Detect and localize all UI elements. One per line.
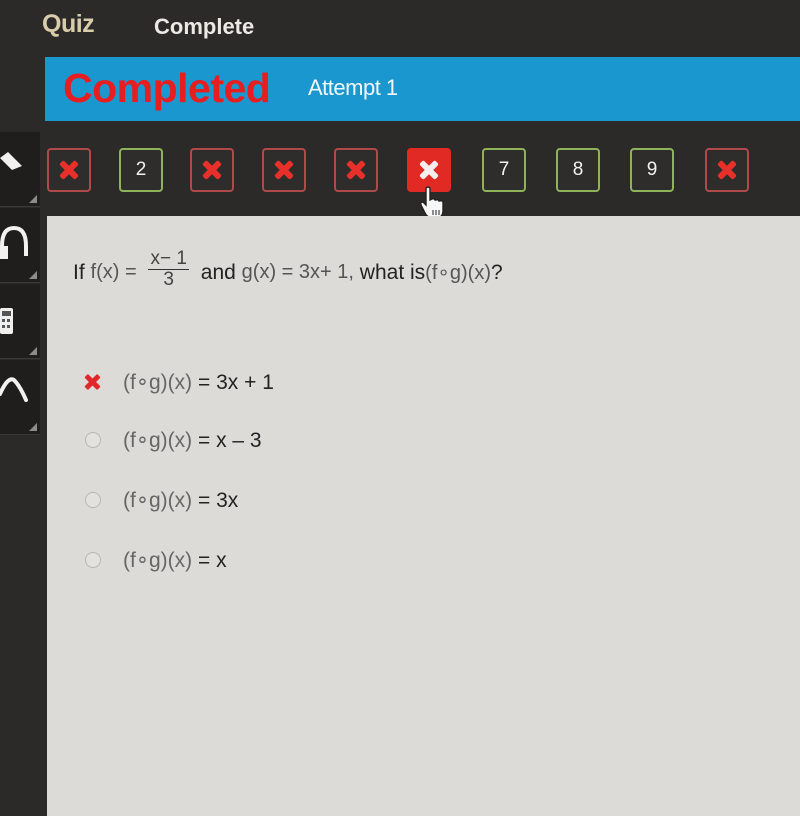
calculator-tool-button[interactable]	[0, 284, 40, 359]
attempt-label: Attempt 1	[308, 75, 398, 100]
incorrect-icon	[345, 159, 367, 181]
incorrect-icon	[418, 159, 440, 181]
incorrect-selection-icon	[83, 372, 103, 392]
expand-corner-icon	[29, 271, 37, 279]
question-nav-1[interactable]	[47, 148, 91, 192]
question-nav-3[interactable]	[190, 148, 234, 192]
answer-option-3[interactable]: (f∘g)(x) = 3x	[83, 480, 483, 520]
headphones-icon	[0, 225, 28, 259]
question-text: If f(x) = x− 1 3 and g(x) = 3x+ 1, what …	[73, 248, 503, 290]
app-label: Quiz	[42, 10, 95, 38]
audio-tool-button[interactable]	[0, 208, 40, 283]
answer-option-1[interactable]: (f∘g)(x) = 3x + 1	[83, 362, 483, 402]
radio-button[interactable]	[85, 492, 101, 508]
curve-icon	[0, 377, 28, 402]
question-navigator: 2 7 8 9	[0, 146, 800, 198]
incorrect-icon	[58, 159, 80, 181]
graph-tool-button[interactable]	[0, 360, 40, 435]
hand-cursor-icon	[420, 186, 444, 219]
completion-banner: Completed Attempt 1	[45, 57, 800, 121]
question-nav-9[interactable]: 9	[630, 148, 674, 192]
composition-expression: (f∘g)(x)	[425, 262, 491, 284]
incorrect-icon	[273, 159, 295, 181]
question-panel: If f(x) = x− 1 3 and g(x) = 3x+ 1, what …	[47, 216, 800, 816]
question-nav-4[interactable]	[262, 148, 306, 192]
top-bar: Quiz Complete	[0, 0, 800, 52]
answer-option-4[interactable]: (f∘g)(x) = x	[83, 540, 483, 580]
question-nav-5[interactable]	[334, 148, 378, 192]
question-nav-7[interactable]: 7	[482, 148, 526, 192]
expand-corner-icon	[29, 347, 37, 355]
question-nav-2[interactable]: 2	[119, 148, 163, 192]
radio-button[interactable]	[85, 432, 101, 448]
incorrect-icon	[716, 159, 738, 181]
fraction: x− 1 3	[148, 248, 189, 290]
answer-option-2[interactable]: (f∘g)(x) = x – 3	[83, 420, 483, 460]
status-label: Complete	[154, 14, 255, 39]
completion-status: Completed	[63, 65, 271, 111]
incorrect-icon	[201, 159, 223, 181]
calculator-icon	[0, 308, 13, 334]
question-nav-8[interactable]: 8	[556, 148, 600, 192]
radio-button[interactable]	[85, 552, 101, 568]
expand-corner-icon	[29, 423, 37, 431]
g-definition: g(x) = 3x+ 1,	[241, 261, 354, 283]
f-definition: f(x) =	[90, 261, 137, 283]
question-nav-10[interactable]	[705, 148, 749, 192]
